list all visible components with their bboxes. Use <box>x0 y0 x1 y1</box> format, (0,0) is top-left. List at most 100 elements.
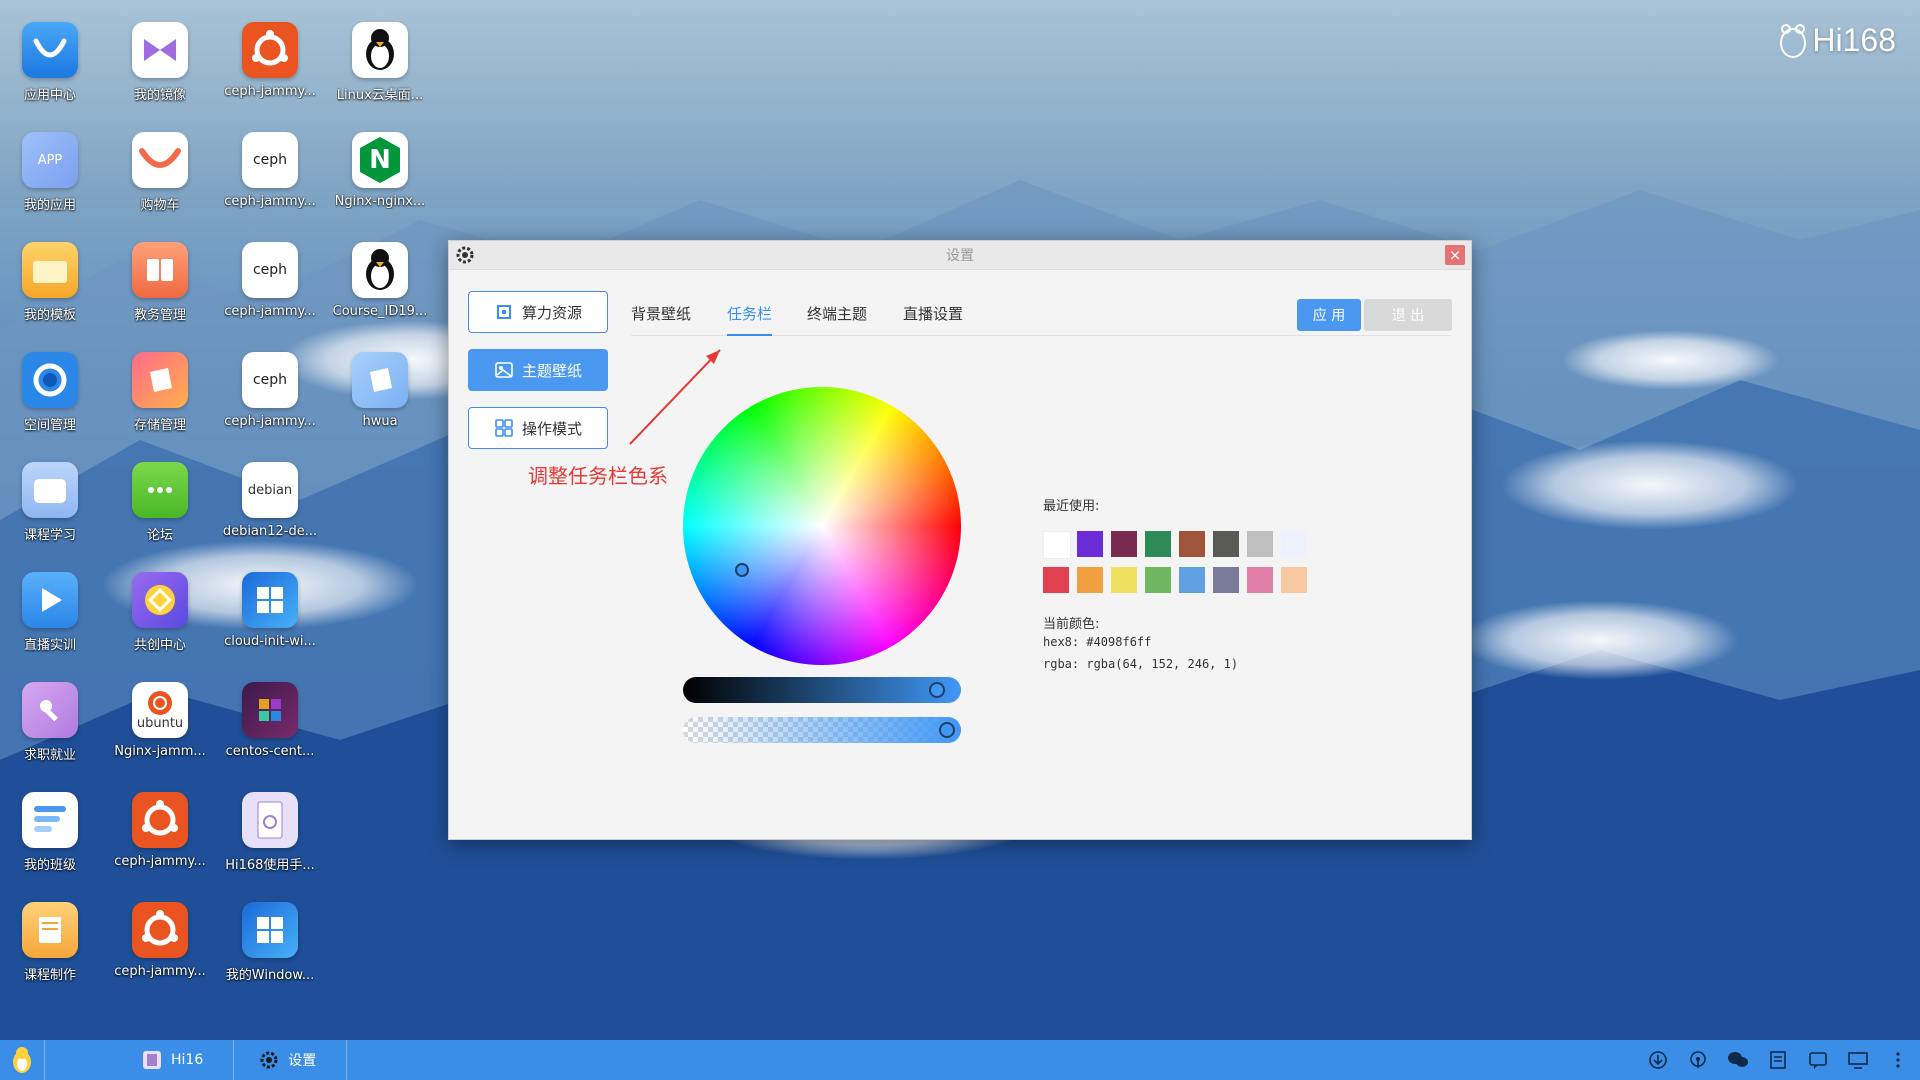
desktop-icon-my-windows[interactable]: 我的Window... <box>220 902 320 1002</box>
color-swatch[interactable] <box>1077 567 1103 593</box>
brand-logo: Hi168 <box>1778 22 1896 59</box>
desktop-icon-cart[interactable]: 购物车 <box>110 132 210 232</box>
desktop-icon-ceph-jammy[interactable]: ceph-jammy... <box>110 792 210 892</box>
podcast-icon[interactable] <box>1686 1048 1710 1072</box>
desktop-icon-label: ceph-jammy... <box>224 194 316 209</box>
brand-mascot-icon <box>1780 23 1807 58</box>
brightness-slider[interactable] <box>683 677 961 703</box>
storage-icon <box>132 352 188 408</box>
desktop-icon-linux-desktop[interactable]: Linux云桌面... <box>330 22 430 122</box>
color-swatch[interactable] <box>1111 567 1137 593</box>
linux-icon <box>352 242 408 298</box>
chat-icon[interactable] <box>1806 1048 1830 1072</box>
alpha-slider-handle[interactable] <box>939 722 955 738</box>
desktop-icon-ceph-jammy[interactable]: ceph-jammy... <box>220 22 320 122</box>
wechat-icon[interactable] <box>1726 1048 1750 1072</box>
color-swatch[interactable] <box>1247 567 1273 593</box>
tab-live-settings[interactable]: 直播设置 <box>903 303 963 334</box>
gear-icon <box>260 1051 278 1069</box>
tab-background-wallpaper[interactable]: 背景壁纸 <box>631 303 691 334</box>
desktop-icon-hi168-manual[interactable]: Hi168使用手... <box>220 792 320 892</box>
desktop-icon-label: ceph-jammy... <box>114 964 206 979</box>
color-swatch[interactable] <box>1145 567 1171 593</box>
my-apps-icon: APP <box>22 132 78 188</box>
color-swatch[interactable] <box>1111 531 1137 557</box>
desktop-icon-label: debian12-de... <box>222 524 318 539</box>
desktop-icon-cocreate-center[interactable]: 共创中心 <box>110 572 210 672</box>
side-button-operation-mode[interactable]: 操作模式 <box>468 407 608 449</box>
desktop-icon-label: 应用中心 <box>23 88 76 103</box>
color-swatch[interactable] <box>1281 531 1307 557</box>
job-icon <box>22 682 78 738</box>
desktop-icon-job[interactable]: 求职就业 <box>0 682 100 782</box>
side-button-label: 算力资源 <box>521 303 582 322</box>
desktop-icon-hwua[interactable]: hwua <box>330 352 430 452</box>
desktop-icon-nginx-jammy[interactable]: ubuntu Nginx-jamm... <box>110 682 210 782</box>
desktop-icon-live-training[interactable]: 直播实训 <box>0 572 100 672</box>
start-button[interactable] <box>0 1040 45 1080</box>
app-store-icon <box>22 22 78 78</box>
color-swatch[interactable] <box>1077 531 1103 557</box>
desktop-icon-ceph-jammy[interactable]: ceph-jammy... <box>110 902 210 1002</box>
side-button-compute[interactable]: 算力资源 <box>468 291 608 333</box>
download-icon[interactable] <box>1646 1048 1670 1072</box>
color-swatch[interactable] <box>1213 567 1239 593</box>
windows-icon <box>242 572 298 628</box>
desktop-icon-edu-management[interactable]: 教务管理 <box>110 242 210 342</box>
wallpaper-cloud <box>1460 600 1740 680</box>
space-icon <box>22 352 78 408</box>
color-swatch[interactable] <box>1043 567 1069 593</box>
desktop-icon-course-id19[interactable]: Course_ID19... <box>330 242 430 342</box>
monitor-icon[interactable] <box>1846 1048 1870 1072</box>
color-swatch[interactable] <box>1145 531 1171 557</box>
desktop-icon-my-class[interactable]: 我的班级 <box>0 792 100 892</box>
taskbar-item-hi16[interactable]: Hi16 <box>45 1040 235 1080</box>
desktop-icon-my-mirror[interactable]: 我的镜像 <box>110 22 210 122</box>
brand-text: Hi168 <box>1812 22 1896 58</box>
desktop-icon-label: Course_ID19... <box>332 304 428 319</box>
desktop-icon-label: ceph-jammy... <box>224 304 316 319</box>
live-icon <box>22 572 78 628</box>
color-swatch[interactable] <box>1179 567 1205 593</box>
desktop-icon-my-templates[interactable]: 我的模板 <box>0 242 100 342</box>
color-wheel-handle[interactable] <box>735 563 749 577</box>
apply-button[interactable]: 应 用 <box>1297 299 1361 331</box>
window-titlebar[interactable]: 设置 × <box>449 241 1471 270</box>
side-button-theme-wallpaper[interactable]: 主题壁纸 <box>468 349 608 391</box>
desktop-icon-forum[interactable]: 论坛 <box>110 462 210 562</box>
desktop-icon-course-making[interactable]: 课程制作 <box>0 902 100 1002</box>
desktop-icon-debian12[interactable]: debian debian12-de... <box>220 462 320 562</box>
desktop-icon-label: 教务管理 <box>133 308 186 323</box>
cart-icon <box>132 132 188 188</box>
desktop-icon-my-apps[interactable]: APP 我的应用 <box>0 132 100 232</box>
desktop-icon-ceph-jammy[interactable]: ceph ceph-jammy... <box>220 132 320 232</box>
desktop-icon-app-center[interactable]: 应用中心 <box>0 22 100 122</box>
desktop-icon-centos[interactable]: centos-cent... <box>220 682 320 782</box>
exit-button[interactable]: 退 出 <box>1364 299 1452 331</box>
ubuntu-icon <box>132 902 188 958</box>
taskbar-item-settings[interactable]: 设置 <box>234 1040 348 1080</box>
brightness-slider-handle[interactable] <box>929 682 945 698</box>
forum-icon <box>132 462 188 518</box>
desktop-icon-nginx[interactable]: N Nginx-nginx... <box>330 132 430 232</box>
desktop-icon-storage-management[interactable]: 存储管理 <box>110 352 210 452</box>
color-swatch[interactable] <box>1281 567 1307 593</box>
desktop-icon-space-management[interactable]: 空间管理 <box>0 352 100 452</box>
desktop-icon-course-learning[interactable]: 课程学习 <box>0 462 100 562</box>
close-button[interactable]: × <box>1445 245 1465 265</box>
color-swatch[interactable] <box>1213 531 1239 557</box>
current-color-label: 当前颜色: <box>1043 617 1100 632</box>
more-icon[interactable] <box>1886 1048 1910 1072</box>
desktop-icon-cloud-init-windows[interactable]: cloud-init-wi... <box>220 572 320 672</box>
tab-taskbar[interactable]: 任务栏 <box>727 303 773 336</box>
color-swatch[interactable] <box>1247 531 1273 557</box>
nginx-tile-text: N <box>369 145 391 175</box>
color-swatch[interactable] <box>1179 531 1205 557</box>
alpha-slider[interactable] <box>683 717 961 743</box>
desktop-icon-ceph-jammy[interactable]: ceph ceph-jammy... <box>220 242 320 342</box>
ubuntu-icon: ubuntu <box>132 682 188 738</box>
desktop-icon-ceph-jammy[interactable]: ceph ceph-jammy... <box>220 352 320 452</box>
color-swatch[interactable] <box>1043 531 1071 559</box>
notes-icon[interactable] <box>1766 1048 1790 1072</box>
tab-terminal-theme[interactable]: 终端主题 <box>807 303 867 334</box>
